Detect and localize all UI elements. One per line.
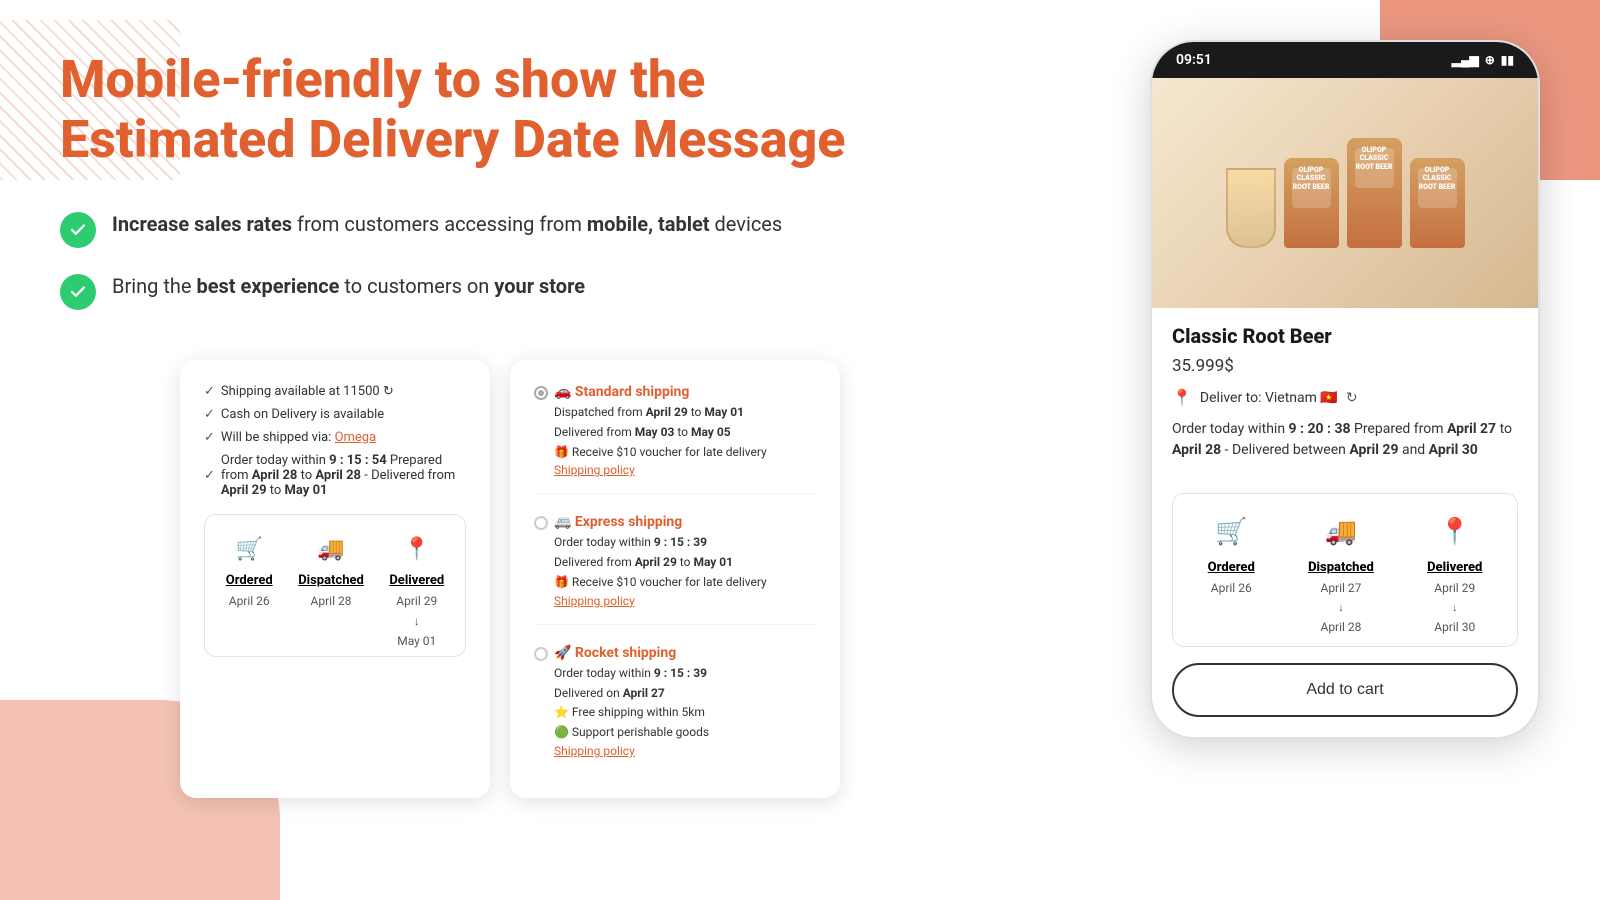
express-detail2: Delivered from April 29 to May 01 [554, 554, 816, 571]
rocket-detail2: Delivered on April 27 [554, 685, 816, 702]
express-title: 🚐 Express shipping [554, 514, 816, 530]
product-name: Classic Root Beer [1172, 324, 1518, 348]
product-price: 35.999$ [1172, 356, 1518, 376]
location-icon: 📍 [399, 531, 435, 567]
info-line-order: ✓ Order today within 9 : 15 : 54 Prepare… [204, 453, 466, 498]
feature-item-2: Bring the best experience to customers o… [60, 272, 860, 310]
shipping-info-card: ✓ Shipping available at 11500 ↻ ✓ Cash o… [180, 360, 490, 798]
status-time: 09:51 [1176, 52, 1212, 68]
phone-mockup: 09:51 ▂▄▆ ⊕ ▮▮ OLIPOPClassicRoot Beer OL… [1150, 40, 1540, 739]
phone-truck-icon: 🚚 [1319, 510, 1363, 554]
standard-policy-link[interactable]: Shipping policy [554, 463, 816, 477]
check-icon-1 [60, 212, 96, 248]
radio-standard[interactable] [534, 386, 548, 400]
cards-area: ✓ Shipping available at 11500 ↻ ✓ Cash o… [180, 360, 840, 798]
shipping-options-card: 🚗 Standard shipping Dispatched from Apri… [510, 360, 840, 798]
page-title: Mobile-friendly to show the Estimated De… [60, 50, 860, 170]
feature-text-2: Bring the best experience to customers o… [112, 272, 585, 300]
rocket-title: 🚀 Rocket shipping [554, 645, 816, 661]
radio-express[interactable] [534, 516, 548, 530]
phone-order-progress: 🛒 Ordered April 26 🚚 Dispatched April 27… [1172, 493, 1518, 647]
refresh-icon[interactable]: ↻ [1346, 390, 1358, 406]
pin-icon: 📍 [1172, 388, 1192, 407]
rocket-detail1: Order today within 9 : 15 : 39 [554, 665, 816, 682]
phone-cart-icon: 🛒 [1209, 510, 1253, 554]
step-ordered: 🛒 Ordered April 26 [226, 531, 273, 608]
standard-detail1: Dispatched from April 29 to May 01 [554, 404, 816, 421]
phone-step-dispatched: 🚚 Dispatched April 27 ↓ April 28 [1308, 510, 1374, 634]
phone-step-ordered: 🛒 Ordered April 26 [1208, 510, 1255, 634]
omega-link[interactable]: Omega [335, 430, 377, 445]
beer-can-1: OLIPOPClassicRoot Beer [1284, 158, 1339, 248]
shipping-option-standard[interactable]: 🚗 Standard shipping Dispatched from Apri… [534, 384, 816, 494]
express-detail1: Order today within 9 : 15 : 39 [554, 534, 816, 551]
rocket-free: ⭐ Free shipping within 5km [554, 704, 816, 721]
radio-rocket[interactable] [534, 647, 548, 661]
left-content-area: Mobile-friendly to show the Estimated De… [60, 50, 860, 350]
express-policy-link[interactable]: Shipping policy [554, 594, 816, 608]
order-progress-card: 🛒 Ordered April 26 🚚 Dispatched April 28… [204, 514, 466, 657]
phone-content: OLIPOPClassicRoot Beer OLIPOPClassicRoot… [1152, 78, 1538, 737]
step-dispatched: 🚚 Dispatched April 28 [298, 531, 364, 608]
truck-icon: 🚚 [313, 531, 349, 567]
feature-list: Increase sales rates from customers acce… [60, 210, 860, 310]
standard-title: 🚗 Standard shipping [554, 384, 816, 400]
phone-product-info: Classic Root Beer 35.999$ 📍 Deliver to: … [1152, 308, 1538, 493]
deliver-to: 📍 Deliver to: Vietnam 🇻🇳 ↻ [1172, 388, 1518, 407]
beer-can-3: OLIPOPClassicRoot Beer [1410, 158, 1465, 248]
product-image: OLIPOPClassicRoot Beer OLIPOPClassicRoot… [1152, 78, 1538, 308]
standard-voucher: 🎁 Receive $10 voucher for late delivery [554, 444, 816, 461]
step-delivered: 📍 Delivered April 29 ↓ May 01 [389, 531, 444, 648]
phone-location-icon: 📍 [1433, 510, 1477, 554]
shipping-option-rocket[interactable]: 🚀 Rocket shipping Order today within 9 :… [534, 645, 816, 774]
info-line-via: ✓ Will be shipped via: Omega [204, 430, 466, 445]
feature-item-1: Increase sales rates from customers acce… [60, 210, 860, 248]
cart-icon: 🛒 [231, 531, 267, 567]
check-icon-2 [60, 274, 96, 310]
rocket-perishable: 🟢 Support perishable goods [554, 724, 816, 741]
beer-can-2: OLIPOPClassicRoot Beer [1347, 138, 1402, 248]
add-to-cart-button[interactable]: Add to cart [1172, 663, 1518, 717]
order-time-text: Order today within 9 : 20 : 38 Prepared … [1172, 419, 1518, 461]
standard-detail2: Delivered from May 03 to May 05 [554, 424, 816, 441]
rocket-policy-link[interactable]: Shipping policy [554, 744, 816, 758]
feature-text-1: Increase sales rates from customers acce… [112, 210, 782, 238]
beer-cans: OLIPOPClassicRoot Beer OLIPOPClassicRoot… [1226, 138, 1465, 248]
beer-glass [1226, 168, 1276, 248]
express-voucher: 🎁 Receive $10 voucher for late delivery [554, 574, 816, 591]
info-line-shipping: ✓ Shipping available at 11500 ↻ [204, 384, 466, 399]
status-icons: ▂▄▆ ⊕ ▮▮ [1452, 53, 1514, 67]
info-line-cod: ✓ Cash on Delivery is available [204, 407, 466, 422]
shipping-option-express[interactable]: 🚐 Express shipping Order today within 9 … [534, 514, 816, 624]
phone-step-delivered: 📍 Delivered April 29 ↓ April 30 [1427, 510, 1482, 634]
status-bar: 09:51 ▂▄▆ ⊕ ▮▮ [1152, 42, 1538, 78]
